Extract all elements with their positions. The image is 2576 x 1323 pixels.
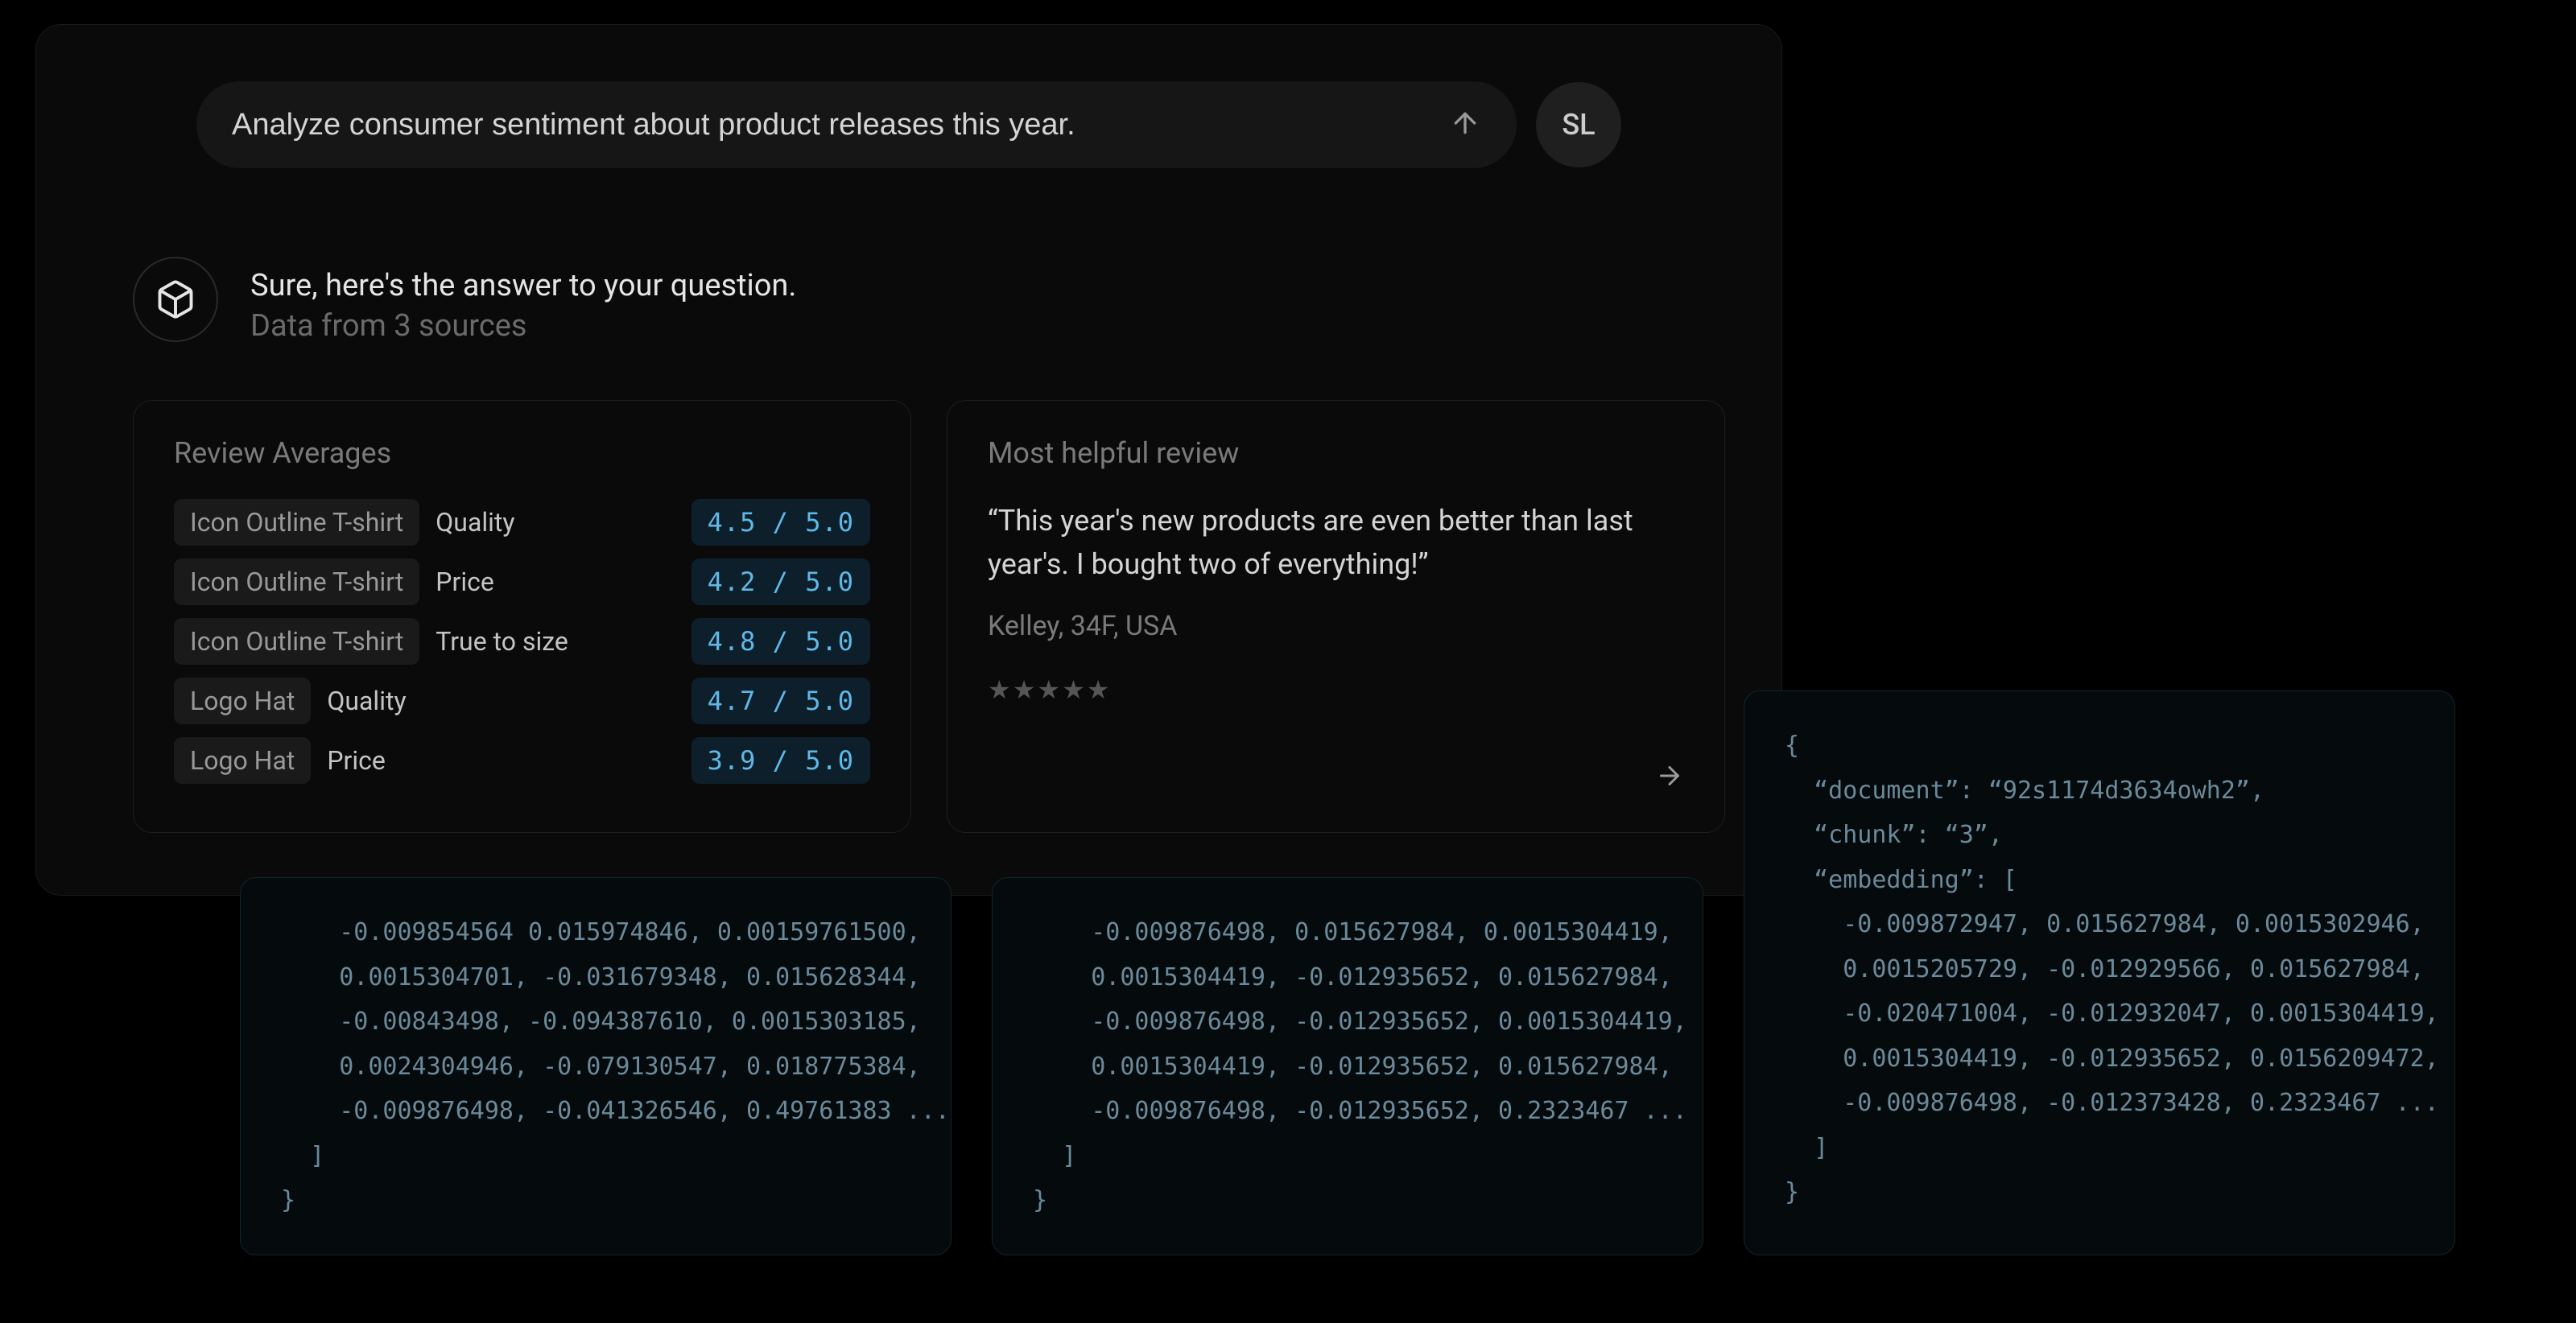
search-input[interactable] <box>232 108 1449 142</box>
review-row: Logo Hat Price 3.9 / 5.0 <box>174 737 870 784</box>
metric-label: Quality <box>327 686 675 716</box>
star-rating-icon: ★★★★★ <box>988 674 1684 705</box>
score-chip: 3.9 / 5.0 <box>691 737 870 784</box>
main-response-panel: SL Sure, here's the answer to your quest… <box>35 24 1782 896</box>
response-answer-line: Sure, here's the answer to your question… <box>250 268 796 303</box>
metric-label: Price <box>327 745 675 776</box>
product-chip: Icon Outline T-shirt <box>174 558 419 605</box>
score-chip: 4.8 / 5.0 <box>691 618 870 665</box>
product-chip: Icon Outline T-shirt <box>174 499 419 546</box>
product-chip: Logo Hat <box>174 737 311 784</box>
embedding-code-block: { “document”: “92s1174d3634owh2”, “chunk… <box>1744 690 2455 1255</box>
review-row: Logo Hat Quality 4.7 / 5.0 <box>174 678 870 724</box>
review-row: Icon Outline T-shirt True to size 4.8 / … <box>174 618 870 665</box>
review-row: Icon Outline T-shirt Quality 4.5 / 5.0 <box>174 499 870 546</box>
response-header: Sure, here's the answer to your question… <box>133 257 1725 344</box>
embedding-code-block: -0.009876498, 0.015627984, 0.0015304419,… <box>992 877 1703 1255</box>
card-title: Review Averages <box>174 436 870 470</box>
review-row: Icon Outline T-shirt Price 4.2 / 5.0 <box>174 558 870 605</box>
review-averages-card: Review Averages Icon Outline T-shirt Qua… <box>133 400 911 833</box>
review-quote: “This year's new products are even bette… <box>988 499 1684 586</box>
search-row: SL <box>93 81 1725 168</box>
response-text: Sure, here's the answer to your question… <box>250 257 796 344</box>
score-chip: 4.7 / 5.0 <box>691 678 870 724</box>
next-review-arrow-icon[interactable] <box>1655 761 1684 793</box>
submit-arrow-icon[interactable] <box>1449 107 1481 142</box>
search-box <box>196 81 1517 168</box>
user-avatar[interactable]: SL <box>1536 82 1621 167</box>
card-title: Most helpful review <box>988 436 1684 470</box>
score-chip: 4.2 / 5.0 <box>691 558 870 605</box>
metric-label: True to size <box>436 626 675 657</box>
cards-row: Review Averages Icon Outline T-shirt Qua… <box>133 400 1725 833</box>
response-sources-line: Data from 3 sources <box>250 308 796 344</box>
review-author: Kelley, 34F, USA <box>988 610 1684 642</box>
metric-label: Price <box>436 567 675 597</box>
metric-label: Quality <box>436 507 675 538</box>
product-chip: Logo Hat <box>174 678 311 724</box>
helpful-review-card: Most helpful review “This year's new pro… <box>947 400 1725 833</box>
score-chip: 4.5 / 5.0 <box>691 499 870 546</box>
assistant-icon <box>133 257 218 342</box>
product-chip: Icon Outline T-shirt <box>174 618 419 665</box>
embedding-code-block: -0.009854564 0.015974846, 0.00159761500,… <box>240 877 952 1255</box>
